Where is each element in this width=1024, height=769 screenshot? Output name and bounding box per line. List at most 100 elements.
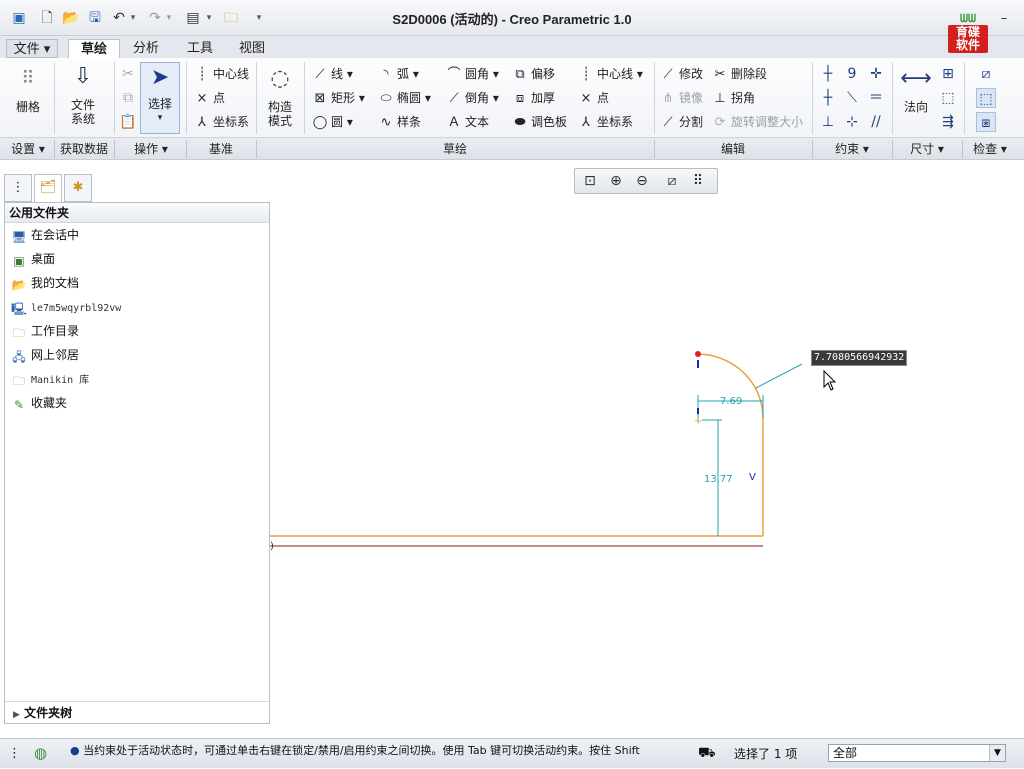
corner-button[interactable]: ⊥ 拐角 xyxy=(712,88,755,108)
datum-centerline-button[interactable]: ┊ 中心线 xyxy=(194,64,249,84)
datum-point-button[interactable]: × 点 xyxy=(194,88,225,108)
group-operations[interactable]: 操作 ▾ xyxy=(116,138,186,160)
rectangle-button[interactable]: ⊠ 矩形 ▾ xyxy=(312,88,365,108)
text-button[interactable]: Ａ 文本 xyxy=(446,112,489,132)
arc-button[interactable]: ◝ 弧 ▾ xyxy=(378,64,418,84)
model-tree-tab-icon[interactable]: ⋮ xyxy=(4,174,32,202)
divide-button[interactable]: ⟋ 分割 xyxy=(660,112,703,132)
normal-dimension-button[interactable]: ⟷ 法向 xyxy=(896,64,936,114)
grid-button[interactable]: ⠿ 栅格 xyxy=(8,64,48,114)
chamfer-button[interactable]: ⟋ 倒角 ▾ xyxy=(446,88,498,108)
expand-arrow-icon: ▶ xyxy=(13,710,20,720)
fillet-button[interactable]: ⌒ 圆角 ▾ xyxy=(446,64,498,84)
rotate-resize-button[interactable]: ⟳ 旋转调整大小 xyxy=(712,112,803,132)
rectangle-icon: ⊠ xyxy=(314,91,326,106)
selection-filter-select[interactable]: 全部 ▼ xyxy=(828,744,1006,762)
file-system-button[interactable]: ⇩ 文件 系统 xyxy=(60,62,106,126)
folder-tree-toggle[interactable]: ▶ 文件夹树 xyxy=(5,701,269,723)
tab-file[interactable]: 文件 ▾ xyxy=(6,39,58,58)
folder-item-in-session[interactable]: 🖥 在会话中 xyxy=(5,223,269,247)
group-inspect[interactable]: 检查 ▾ xyxy=(962,138,1018,160)
refit-icon[interactable]: ⊡ xyxy=(579,171,601,191)
status-toggle-icon[interactable]: ⋮ xyxy=(8,746,21,761)
cut-icon[interactable]: ✂ xyxy=(118,64,138,84)
tab-tools[interactable]: 工具 xyxy=(176,39,224,58)
tab-view[interactable]: 视图 xyxy=(228,39,276,58)
horizontal-dimension-text[interactable]: 7.69 xyxy=(720,396,742,407)
group-constraints[interactable]: 约束 ▾ xyxy=(812,138,892,160)
baseline-dimension-icon[interactable]: ⇶ xyxy=(938,112,958,132)
folder-item-manikin-library[interactable]: 🗀 Manikin 库 xyxy=(5,367,269,391)
graphics-canvas[interactable]: ) 7.69 + 13.77 V xyxy=(270,160,1024,738)
folder-item-network[interactable]: 🖧 网上邻居 xyxy=(5,343,269,367)
palette-button[interactable]: ⬬ 调色板 xyxy=(512,112,567,132)
tab-sketch[interactable]: 草绘 xyxy=(68,39,120,58)
construction-mode-icon: ◌ xyxy=(270,66,290,91)
circle-button[interactable]: ◯ 圆 ▾ xyxy=(312,112,353,132)
symmetric-constraint-icon[interactable]: ⊹ xyxy=(842,112,862,132)
shade-closed-loops-icon[interactable]: ⧆ xyxy=(976,112,996,132)
status-message: ● 当约束处于活动状态时，可通过单击右键在锁定/禁用/启用约束之间切换。使用 T… xyxy=(70,739,640,769)
corner-label: 拐角 xyxy=(731,91,756,105)
mirror-button[interactable]: ⋔ 镜像 xyxy=(660,88,703,108)
modify-button[interactable]: ⟋ 修改 xyxy=(660,64,703,84)
tab-analysis[interactable]: 分析 xyxy=(122,39,170,58)
equal-constraint-icon[interactable]: ＝ xyxy=(866,88,886,108)
midpoint-constraint-icon[interactable]: ✛ xyxy=(866,64,886,84)
selected-endpoint-marker[interactable] xyxy=(695,351,701,357)
sketch-centerline-button[interactable]: ┊ 中心线 ▾ xyxy=(578,64,643,84)
sketch-svg: ) 7.69 + 13.77 V xyxy=(270,351,803,552)
reference-dimension-icon[interactable]: ⬚ xyxy=(938,88,958,108)
group-setup[interactable]: 设置 ▾ xyxy=(4,138,52,160)
horizontal-constraint-icon[interactable]: ┼ xyxy=(818,88,838,108)
group-dimension[interactable]: 尺寸 ▾ xyxy=(892,138,962,160)
delete-segment-button[interactable]: ✂ 删除段 xyxy=(712,64,767,84)
favorites-tab-icon[interactable]: ✱ xyxy=(64,174,92,202)
sketch-point-button[interactable]: × 点 xyxy=(578,88,609,108)
datum-csys-button[interactable]: ⅄ 坐标系 xyxy=(194,112,249,132)
parallel-constraint-icon[interactable]: // xyxy=(866,112,886,132)
perimeter-dimension-icon[interactable]: ⊞ xyxy=(938,64,958,84)
spline-button[interactable]: ∿ 样条 xyxy=(378,112,421,132)
line-label: 线 xyxy=(331,67,344,81)
dimension-origin-mark: + xyxy=(694,416,702,427)
grid-icon: ⠿ xyxy=(21,68,35,89)
folder-browser-tab-icon[interactable]: 🗂 xyxy=(34,174,62,202)
vertical-constraint-icon[interactable]: ┼ xyxy=(818,64,838,84)
line-button[interactable]: ⟋ 线 ▾ xyxy=(312,64,352,84)
coincident-constraint-icon[interactable]: ⟍ xyxy=(842,88,862,108)
sketch-view-icon[interactable]: ⧄ xyxy=(661,171,683,191)
zoom-in-icon[interactable]: ⊕ xyxy=(605,171,627,191)
folder-item-desktop[interactable]: ▣ 桌面 xyxy=(5,247,269,271)
tangent-constraint-icon[interactable]: 9 xyxy=(842,64,862,84)
folder-item-computer[interactable]: 🖳 le7m5wqyrbl92vw xyxy=(5,295,269,319)
globe-icon[interactable]: ◍ xyxy=(34,744,47,762)
vertical-dimension-text[interactable]: 13.77 xyxy=(704,474,733,485)
thicken-label: 加厚 xyxy=(531,91,556,105)
zoom-out-icon[interactable]: ⊖ xyxy=(631,171,653,191)
sketch-arc[interactable] xyxy=(697,353,764,419)
group-dimension-label: 尺寸 xyxy=(910,142,935,156)
offset-button[interactable]: ⧉ 偏移 xyxy=(512,64,555,84)
folder-item-favorites[interactable]: ✎ 收藏夹 xyxy=(5,391,269,415)
group-get-data: 获取数据 xyxy=(59,142,108,156)
ellipse-button[interactable]: ⬭ 椭圆 ▾ xyxy=(378,88,430,108)
overlapping-geometry-icon[interactable]: ⧄ xyxy=(976,64,996,84)
copy-icon[interactable]: ⧉ xyxy=(118,88,138,108)
centerline-icon: ┊ xyxy=(582,67,590,82)
minimize-icon[interactable]: – xyxy=(996,11,1012,27)
construction-mode-button[interactable]: ◌ 构造 模式 xyxy=(260,64,300,128)
dimension-value-input[interactable]: 7.7080566942932 xyxy=(811,350,907,366)
highlight-open-ends-icon[interactable]: ⬚ xyxy=(976,88,996,108)
thicken-button[interactable]: ⧈ 加厚 xyxy=(512,88,555,108)
sketch-point-label: 点 xyxy=(597,91,610,105)
binoculars-icon[interactable]: ⛟ xyxy=(698,745,716,763)
folder-item-my-documents[interactable]: 📂 我的文档 xyxy=(5,271,269,295)
file-system-label-2: 系统 xyxy=(70,112,95,126)
display-filter-icon[interactable]: ⠿ xyxy=(687,171,709,191)
sketch-csys-button[interactable]: ⅄ 坐标系 xyxy=(578,112,633,132)
perpendicular-constraint-icon[interactable]: ⊥ xyxy=(818,112,838,132)
paste-icon[interactable]: 📋 xyxy=(118,112,138,132)
folder-item-working-directory[interactable]: 🗀 工作目录 xyxy=(5,319,269,343)
select-button[interactable]: ➤ 选择 ▾ xyxy=(140,62,180,134)
